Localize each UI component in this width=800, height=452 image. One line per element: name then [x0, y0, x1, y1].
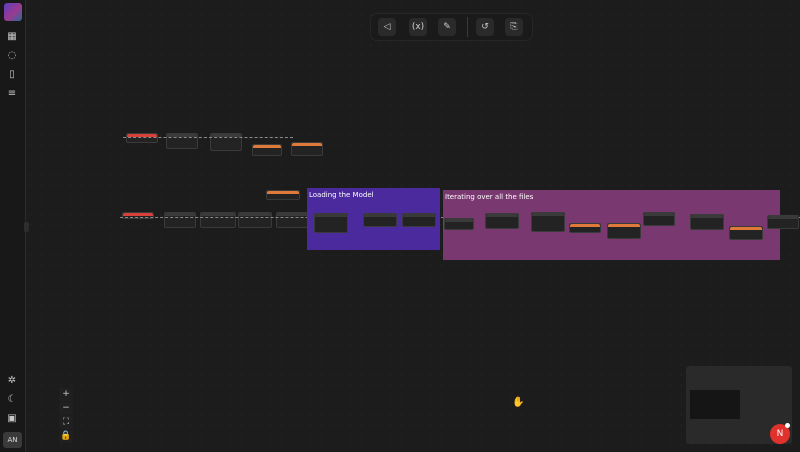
- history-icon[interactable]: ↺: [476, 18, 494, 36]
- workflow-node[interactable]: [402, 213, 436, 227]
- workflow-node[interactable]: [569, 223, 601, 233]
- book-icon[interactable]: ▯: [5, 68, 19, 82]
- workflow-node[interactable]: [690, 214, 724, 230]
- minimap-viewport[interactable]: [690, 390, 740, 419]
- workflow-node[interactable]: [210, 133, 242, 151]
- workflow-node[interactable]: [363, 213, 397, 227]
- grid-icon[interactable]: ▦: [5, 30, 19, 44]
- workflow-node[interactable]: [164, 212, 196, 228]
- group-title: Loading the Model: [309, 191, 374, 199]
- app-logo[interactable]: [4, 3, 22, 21]
- workflow-node[interactable]: [485, 213, 519, 229]
- fit-view-button[interactable]: ⛶: [59, 416, 73, 429]
- speaker-icon[interactable]: ◁: [378, 18, 396, 36]
- zoom-controls: + − ⛶ 🔒: [59, 388, 73, 444]
- workflow-node[interactable]: [531, 212, 565, 232]
- group-title: Iterating over all the files: [445, 193, 534, 201]
- export-icon[interactable]: ⎘: [505, 18, 523, 36]
- moon-icon[interactable]: ☾: [5, 393, 19, 407]
- workflow-node[interactable]: [276, 212, 308, 228]
- workflow-node[interactable]: [238, 212, 272, 228]
- workflow-node[interactable]: [200, 212, 236, 228]
- avatar[interactable]: AN: [3, 432, 22, 448]
- workflow-node[interactable]: [643, 212, 675, 226]
- edit-icon[interactable]: ✎: [438, 18, 456, 36]
- workflow-node[interactable]: [729, 226, 763, 240]
- workflow-node[interactable]: [266, 190, 300, 200]
- workflow-node[interactable]: [252, 144, 282, 156]
- zoom-out-button[interactable]: −: [59, 402, 73, 415]
- workflow-node[interactable]: [166, 133, 198, 149]
- toolbar-divider: [467, 17, 468, 37]
- connection-wire: [123, 137, 293, 138]
- sidebar-collapse-handle[interactable]: [24, 222, 29, 232]
- left-sidebar: ▦ ◌ ▯ ≡ ✲ ☾ ▣ AN: [0, 0, 26, 452]
- workflow-canvas[interactable]: ◁ (x) ✎ ↺ ⎘ Loading the Model Iterating …: [26, 0, 800, 452]
- bug-icon[interactable]: ✲: [5, 374, 19, 388]
- chat-icon[interactable]: ◌: [5, 49, 19, 63]
- workflow-node[interactable]: [314, 213, 348, 233]
- lock-button[interactable]: 🔒: [59, 430, 73, 443]
- workflow-node[interactable]: [291, 142, 323, 156]
- top-toolbar: ◁ (x) ✎ ↺ ⎘: [370, 13, 533, 41]
- hand-cursor-icon: ✋: [512, 397, 525, 408]
- variable-icon[interactable]: (x): [409, 18, 427, 36]
- workflow-node[interactable]: [126, 133, 158, 143]
- zoom-in-button[interactable]: +: [59, 388, 73, 401]
- workflow-node[interactable]: [767, 215, 799, 229]
- workflow-node[interactable]: [607, 223, 641, 239]
- sliders-icon[interactable]: ≡: [5, 87, 19, 101]
- workflow-node[interactable]: [444, 218, 474, 230]
- notification-dot: [785, 423, 790, 428]
- panel-icon[interactable]: ▣: [5, 412, 19, 426]
